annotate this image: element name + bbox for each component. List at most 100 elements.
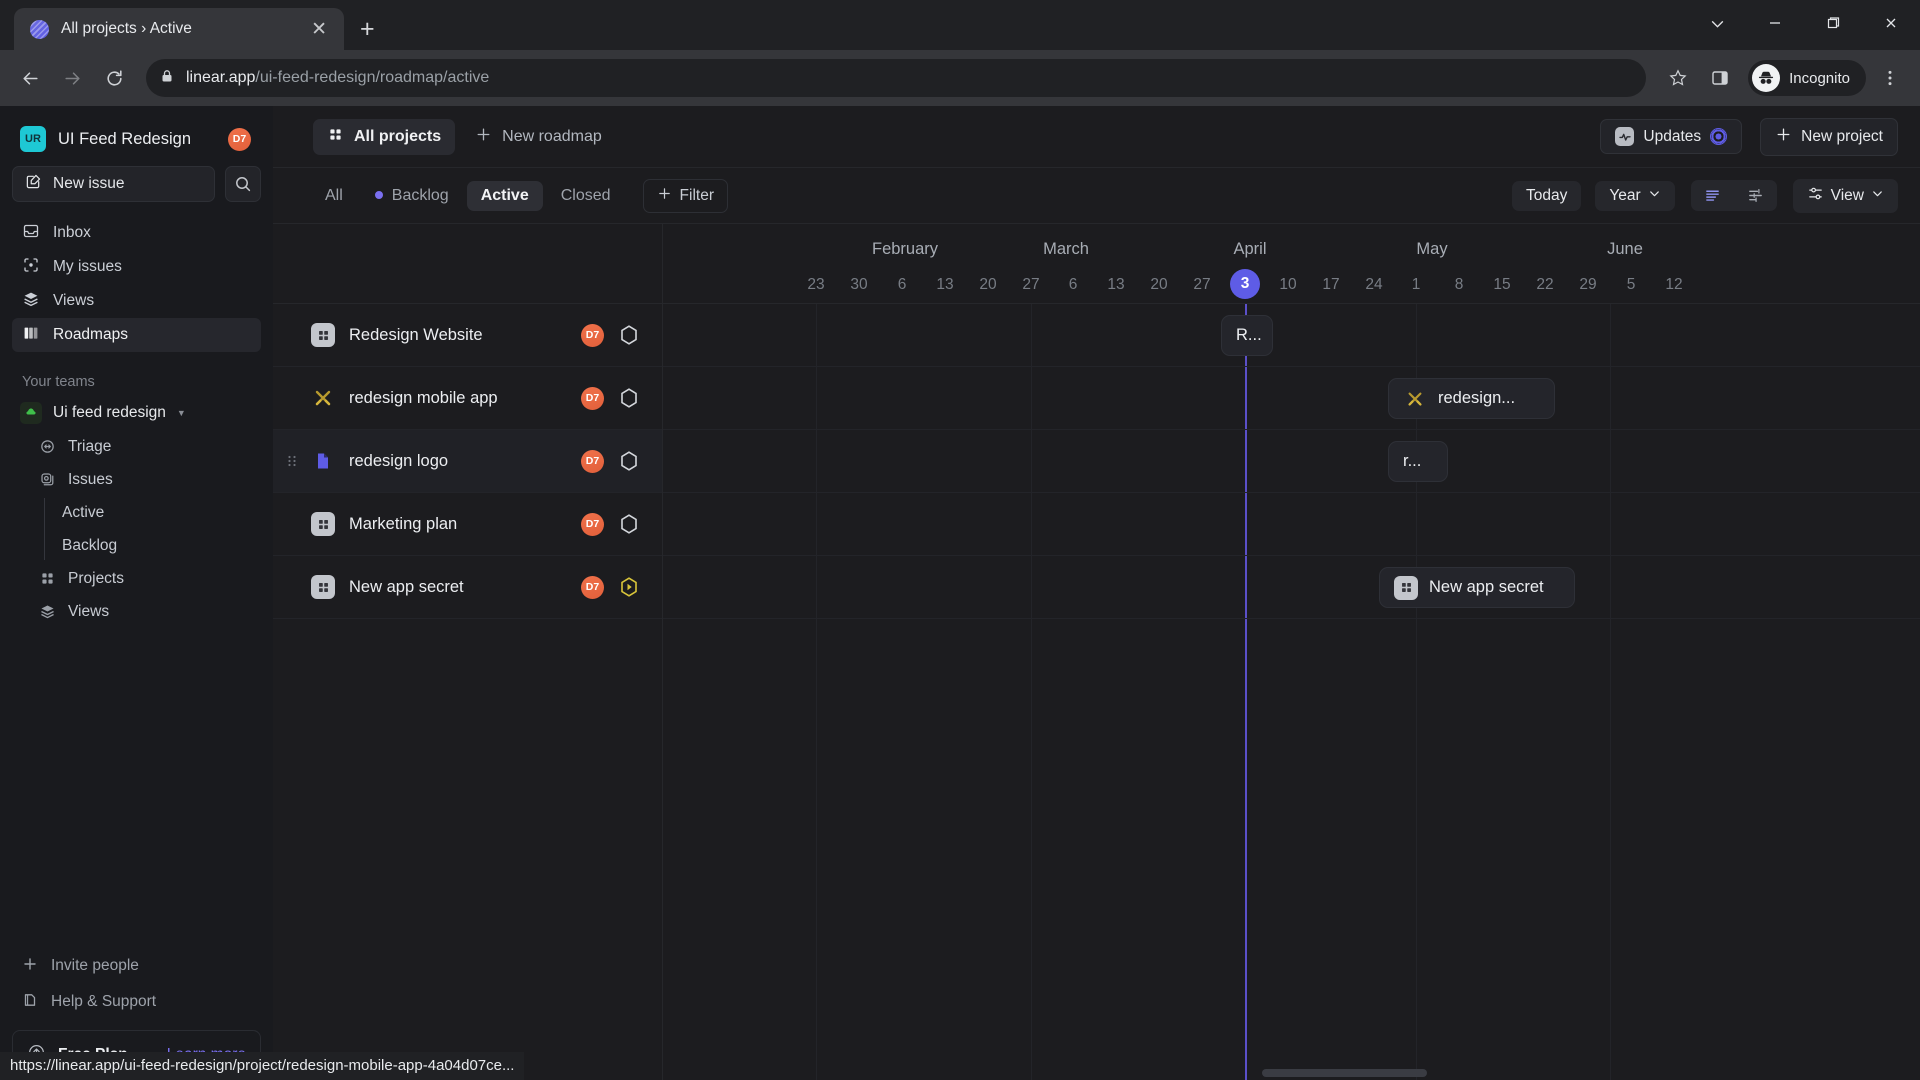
- timeline-layout-button[interactable]: [1734, 180, 1777, 211]
- sidebar-item-team-views[interactable]: Views: [12, 595, 261, 628]
- all-projects-chip[interactable]: All projects: [313, 118, 456, 155]
- project-list-header: [273, 224, 662, 304]
- sidebar-item-issues[interactable]: Issues: [12, 463, 261, 496]
- gantt-bar[interactable]: R...: [1221, 315, 1273, 356]
- issues-icon: [38, 471, 56, 488]
- new-roadmap-button[interactable]: New roadmap: [463, 119, 614, 155]
- avatar[interactable]: D7: [581, 449, 604, 473]
- hexagon-empty-icon[interactable]: [618, 513, 640, 535]
- horizontal-scrollbar[interactable]: [1262, 1069, 1427, 1077]
- crossed-tools-icon: [1403, 387, 1427, 411]
- profile-incognito-button[interactable]: Incognito: [1748, 60, 1866, 96]
- timeline-date-tick: 22: [1536, 276, 1554, 293]
- browser-menu-icon[interactable]: [1872, 60, 1908, 96]
- sidebar-item-projects[interactable]: Projects: [12, 562, 261, 595]
- hexagon-empty-icon[interactable]: [618, 387, 640, 409]
- plus-icon: [22, 956, 38, 977]
- timeline-month-label: February: [871, 240, 939, 258]
- table-row[interactable]: Marketing plan D7: [273, 493, 662, 556]
- grid-square-icon: [311, 512, 335, 536]
- team-name: Ui feed redesign: [53, 404, 166, 421]
- new-roadmap-label: New roadmap: [502, 127, 602, 145]
- sidebar-item-triage[interactable]: Triage: [12, 430, 261, 463]
- avatar[interactable]: D7: [581, 386, 604, 410]
- add-filter-button[interactable]: Filter: [642, 178, 728, 213]
- sidebar-item-label: My issues: [53, 258, 122, 275]
- timeline-month-label: June: [1607, 240, 1643, 258]
- tab-closed[interactable]: Closed: [547, 181, 625, 211]
- help-support-button[interactable]: Help & Support: [12, 984, 261, 1020]
- team-ui-feed-redesign[interactable]: Ui feed redesign ▼: [12, 396, 261, 430]
- search-button[interactable]: [225, 166, 261, 202]
- hexagon-started-icon[interactable]: [618, 576, 640, 598]
- table-row[interactable]: Redesign Website D7: [273, 304, 662, 367]
- new-project-button[interactable]: New project: [1760, 117, 1898, 156]
- hexagon-empty-icon[interactable]: [618, 450, 640, 472]
- side-panel-icon[interactable]: [1702, 60, 1738, 96]
- gantt-body: R... redesign... r... New app secret: [663, 304, 1920, 1080]
- grid-square-icon: [311, 323, 335, 347]
- workspace-switcher[interactable]: UR UI Feed Redesign D7: [12, 118, 261, 160]
- tab-title: All projects › Active: [61, 20, 192, 37]
- avatar[interactable]: D7: [228, 127, 251, 151]
- bookmark-star-icon[interactable]: [1660, 60, 1696, 96]
- timeline-date-tick: 12: [1665, 276, 1683, 293]
- forward-icon[interactable]: [54, 60, 90, 96]
- triage-icon: [38, 438, 56, 455]
- url-path: /ui-feed-redesign/roadmap/active: [255, 69, 490, 86]
- gantt-bar[interactable]: New app secret: [1379, 567, 1575, 608]
- view-options-button[interactable]: View: [1792, 178, 1898, 213]
- sidebar-item-roadmaps[interactable]: Roadmaps: [12, 318, 261, 352]
- range-select[interactable]: Year: [1595, 180, 1675, 211]
- new-issue-button[interactable]: New issue: [12, 166, 215, 202]
- table-row[interactable]: redesign logo D7: [273, 430, 662, 493]
- browser-toolbar: linear.app/ui-feed-redesign/roadmap/acti…: [0, 50, 1920, 106]
- workspace-name: UI Feed Redesign: [58, 129, 191, 148]
- minimize-icon[interactable]: [1746, 0, 1804, 46]
- timeline-date-tick: 15: [1493, 276, 1511, 293]
- status-bar-url: https://linear.app/ui-feed-redesign/proj…: [0, 1052, 525, 1080]
- sidebar-item-views[interactable]: Views: [12, 284, 261, 318]
- tab-all[interactable]: All: [311, 181, 357, 211]
- window-close-icon[interactable]: [1862, 0, 1920, 46]
- reload-icon[interactable]: [96, 60, 132, 96]
- chevron-down-icon[interactable]: ▼: [177, 408, 186, 418]
- drag-handle-icon[interactable]: [285, 454, 299, 468]
- back-icon[interactable]: [12, 60, 48, 96]
- today-button[interactable]: Today: [1511, 180, 1582, 211]
- project-name: redesign logo: [349, 451, 449, 470]
- activity-pulse-icon: [1615, 127, 1635, 146]
- sidebar-item-backlog[interactable]: Backlog: [62, 529, 261, 562]
- avatar[interactable]: D7: [581, 575, 604, 599]
- new-tab-button[interactable]: +: [360, 17, 375, 42]
- gantt-bar[interactable]: redesign...: [1388, 378, 1555, 419]
- gantt-bar[interactable]: r...: [1388, 441, 1448, 482]
- table-row[interactable]: redesign mobile app D7: [273, 367, 662, 430]
- close-icon[interactable]: ✕: [304, 16, 334, 43]
- hexagon-empty-icon[interactable]: [618, 324, 640, 346]
- roadmap-timeline: Redesign Website D7 redesign mobile app D7 r…: [273, 224, 1920, 1080]
- table-row[interactable]: New app secret D7: [273, 556, 662, 619]
- updates-button[interactable]: Updates: [1600, 119, 1743, 154]
- lock-icon: [160, 69, 174, 88]
- sidebar-item-label: Triage: [68, 437, 112, 455]
- maximize-icon[interactable]: [1804, 0, 1862, 46]
- avatar[interactable]: D7: [581, 512, 604, 536]
- sliders-icon: [1807, 185, 1824, 207]
- gantt-area[interactable]: February March April May June 23 30 6 13 20 27 6 13 2…: [663, 224, 1920, 1080]
- invite-people-button[interactable]: Invite people: [12, 948, 261, 984]
- sidebar-item-active[interactable]: Active: [62, 496, 261, 529]
- gantt-row: R...: [663, 304, 1920, 367]
- tab-backlog[interactable]: Backlog: [361, 181, 463, 211]
- address-bar[interactable]: linear.app/ui-feed-redesign/roadmap/acti…: [146, 59, 1647, 97]
- timeline-date-tick: 10: [1279, 276, 1297, 293]
- chevron-down-icon[interactable]: [1688, 0, 1746, 46]
- avatar[interactable]: D7: [581, 323, 604, 347]
- sidebar-item-my-issues[interactable]: My issues: [12, 250, 261, 284]
- list-layout-button[interactable]: [1691, 180, 1734, 211]
- new-project-label: New project: [1801, 127, 1883, 145]
- sidebar-item-inbox[interactable]: Inbox: [12, 216, 261, 250]
- browser-tab[interactable]: All projects › Active ✕: [14, 8, 344, 50]
- tab-active[interactable]: Active: [466, 180, 543, 211]
- window-controls: [1688, 0, 1920, 46]
